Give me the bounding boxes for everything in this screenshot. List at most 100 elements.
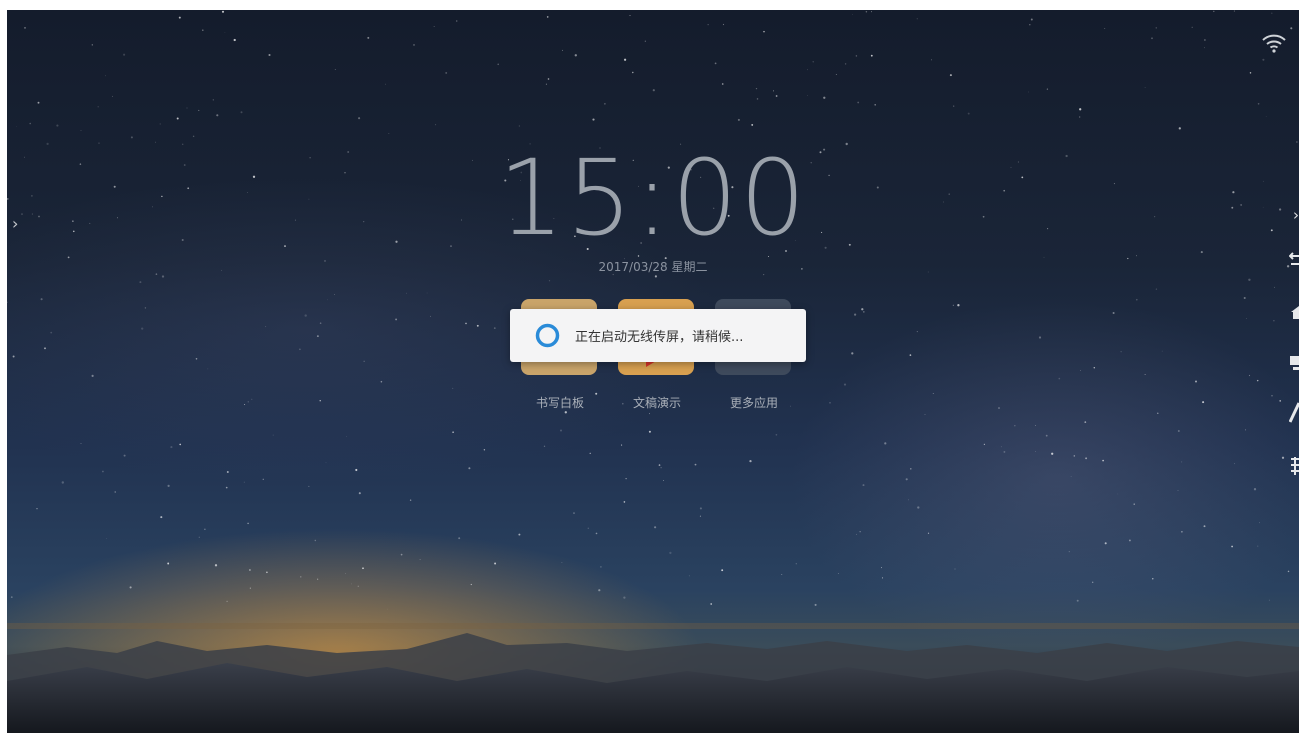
star (470, 583, 472, 586)
loading-toast: 正在启动无线传屏，请稍候... (510, 309, 806, 362)
star (170, 446, 173, 449)
desktop-screen: › › 15:00 2017/03/28 星期二 书写白板 文稿演示 更多应用 … (7, 10, 1299, 733)
star (927, 532, 930, 534)
star (957, 304, 960, 307)
star (1161, 350, 1163, 352)
star (400, 553, 403, 556)
star (1068, 551, 1070, 553)
star (179, 443, 182, 446)
star (433, 26, 435, 27)
star (216, 114, 219, 117)
star (881, 577, 884, 579)
star (1279, 400, 1282, 402)
star (862, 484, 865, 487)
home-icon[interactable] (1289, 304, 1299, 320)
star (141, 327, 144, 330)
star (1080, 370, 1081, 371)
star (1120, 351, 1122, 353)
star (949, 74, 952, 77)
star (1233, 10, 1235, 12)
star (1249, 72, 1252, 74)
star (1178, 127, 1181, 130)
star (1243, 296, 1246, 300)
star (497, 63, 499, 66)
star (226, 600, 228, 603)
star (476, 324, 479, 327)
star (248, 569, 251, 571)
star (367, 36, 370, 39)
star (561, 561, 563, 563)
wifi-icon[interactable] (1261, 32, 1287, 54)
pen-icon[interactable] (1289, 402, 1299, 424)
star (1194, 380, 1198, 383)
star (658, 464, 661, 466)
star (694, 463, 697, 466)
star (1104, 542, 1107, 545)
star (50, 331, 53, 334)
star (192, 135, 195, 138)
star (251, 398, 253, 400)
star (721, 569, 724, 572)
star (722, 23, 725, 26)
star (317, 578, 319, 580)
star (669, 551, 672, 555)
star (931, 59, 932, 61)
star (648, 430, 651, 433)
star (998, 407, 1000, 409)
star (1079, 108, 1082, 111)
clock-time: 15:00 (498, 137, 808, 259)
star (644, 40, 646, 42)
settings-icon[interactable] (1289, 456, 1299, 476)
star (1135, 298, 1138, 301)
star (859, 531, 861, 533)
star (1014, 425, 1016, 427)
star (1245, 429, 1247, 431)
star (91, 44, 93, 46)
star (547, 78, 550, 80)
star (91, 374, 94, 377)
star (714, 62, 717, 65)
star (1045, 434, 1048, 437)
star (775, 433, 778, 436)
star (316, 335, 319, 338)
star (909, 354, 912, 356)
star (1204, 47, 1205, 49)
star (1281, 456, 1285, 459)
star (207, 368, 209, 370)
star (917, 506, 920, 509)
star (300, 576, 302, 578)
star (604, 103, 606, 105)
star (1274, 286, 1275, 288)
screen-icon[interactable] (1289, 354, 1299, 374)
star (632, 71, 634, 74)
star (548, 280, 551, 282)
star (325, 462, 327, 464)
star (452, 387, 454, 389)
star (952, 304, 954, 306)
star (493, 327, 496, 329)
star (856, 533, 857, 535)
star (870, 54, 873, 57)
star (587, 527, 589, 529)
star (861, 308, 864, 311)
star (1246, 318, 1248, 320)
star (932, 392, 934, 395)
star (144, 307, 147, 309)
star (114, 491, 116, 493)
star (1204, 39, 1206, 41)
star (1144, 374, 1146, 376)
star (44, 347, 46, 350)
star (29, 122, 31, 125)
star (1117, 493, 1119, 495)
star (1085, 457, 1088, 460)
star (458, 537, 461, 540)
star (837, 573, 839, 574)
star (807, 95, 808, 96)
star (123, 53, 126, 56)
star (1268, 599, 1270, 601)
star (176, 117, 179, 120)
star (543, 445, 546, 447)
star (1070, 476, 1072, 477)
star (240, 111, 243, 114)
star (233, 38, 236, 42)
